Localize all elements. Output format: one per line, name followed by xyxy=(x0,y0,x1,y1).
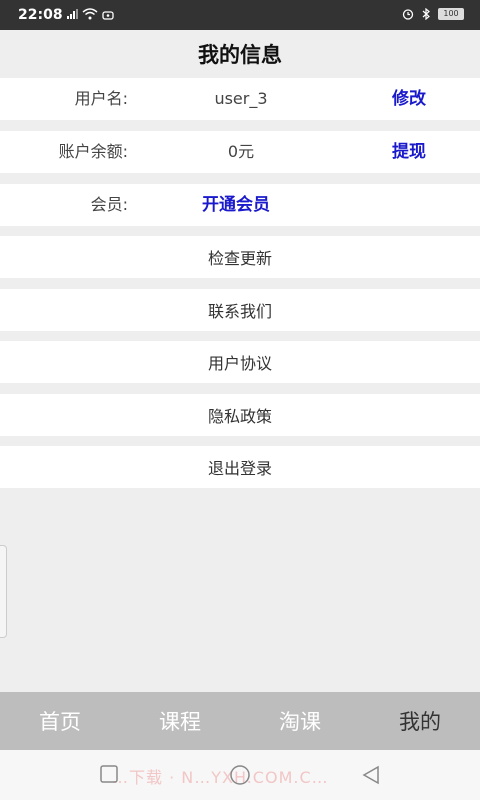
back-nav-icon[interactable] xyxy=(360,764,382,786)
logout-button[interactable]: 退出登录 xyxy=(0,446,480,488)
wifi-icon xyxy=(82,8,98,20)
tab-home[interactable]: 首页 xyxy=(0,692,120,750)
watermark-text: …下载 · N…YXH.COM.C… xyxy=(112,768,329,787)
page-header: 我的信息 xyxy=(0,30,480,78)
balance-value: 0元 xyxy=(227,142,255,161)
alarm-icon xyxy=(402,9,414,20)
username-label: 用户名: xyxy=(74,89,128,108)
tab-taoke[interactable]: 淘课 xyxy=(240,692,360,750)
bluetooth-icon xyxy=(422,8,430,20)
system-nav-bar: …下载 · N…YXH.COM.C… xyxy=(0,750,480,800)
home-nav-icon[interactable] xyxy=(229,764,251,786)
bottom-tab-bar: 首页 课程 淘课 我的 xyxy=(0,692,480,750)
hotspot-icon xyxy=(102,11,114,20)
logout-label: 退出登录 xyxy=(207,459,272,478)
username-value: user_3 xyxy=(214,89,268,108)
withdraw-button[interactable]: 提现 xyxy=(392,131,426,173)
recents-icon[interactable] xyxy=(99,764,119,784)
battery-icon: 100 xyxy=(438,8,464,20)
balance-label: 账户余额: xyxy=(58,142,128,161)
contact-us-button[interactable]: 联系我们 xyxy=(0,289,480,331)
username-row: 用户名: user_3 修改 xyxy=(0,78,480,120)
side-drawer-handle[interactable] xyxy=(0,545,7,638)
privacy-policy-label: 隐私政策 xyxy=(207,407,272,426)
tab-courses[interactable]: 课程 xyxy=(120,692,240,750)
balance-row: 账户余额: 0元 提现 xyxy=(0,131,480,173)
cellular-signal-icon xyxy=(67,9,78,19)
privacy-policy-button[interactable]: 隐私政策 xyxy=(0,394,480,436)
membership-row: 会员: 开通会员 xyxy=(0,184,480,226)
user-agreement-button[interactable]: 用户协议 xyxy=(0,341,480,383)
status-left-icons xyxy=(66,8,114,20)
contact-us-label: 联系我们 xyxy=(207,302,272,321)
user-agreement-label: 用户协议 xyxy=(207,354,272,373)
status-time: 22:08 xyxy=(18,7,63,23)
page-title: 我的信息 xyxy=(198,43,282,67)
edit-username-button[interactable]: 修改 xyxy=(392,78,426,120)
check-update-label: 检查更新 xyxy=(207,249,272,268)
check-update-button[interactable]: 检查更新 xyxy=(0,236,480,278)
status-right-icons: 100 xyxy=(402,8,464,20)
status-bar: 22:08 100 xyxy=(0,0,480,30)
tab-mine[interactable]: 我的 xyxy=(360,692,480,750)
open-membership-button[interactable]: 开通会员 xyxy=(202,184,270,226)
membership-label: 会员: xyxy=(90,195,128,214)
